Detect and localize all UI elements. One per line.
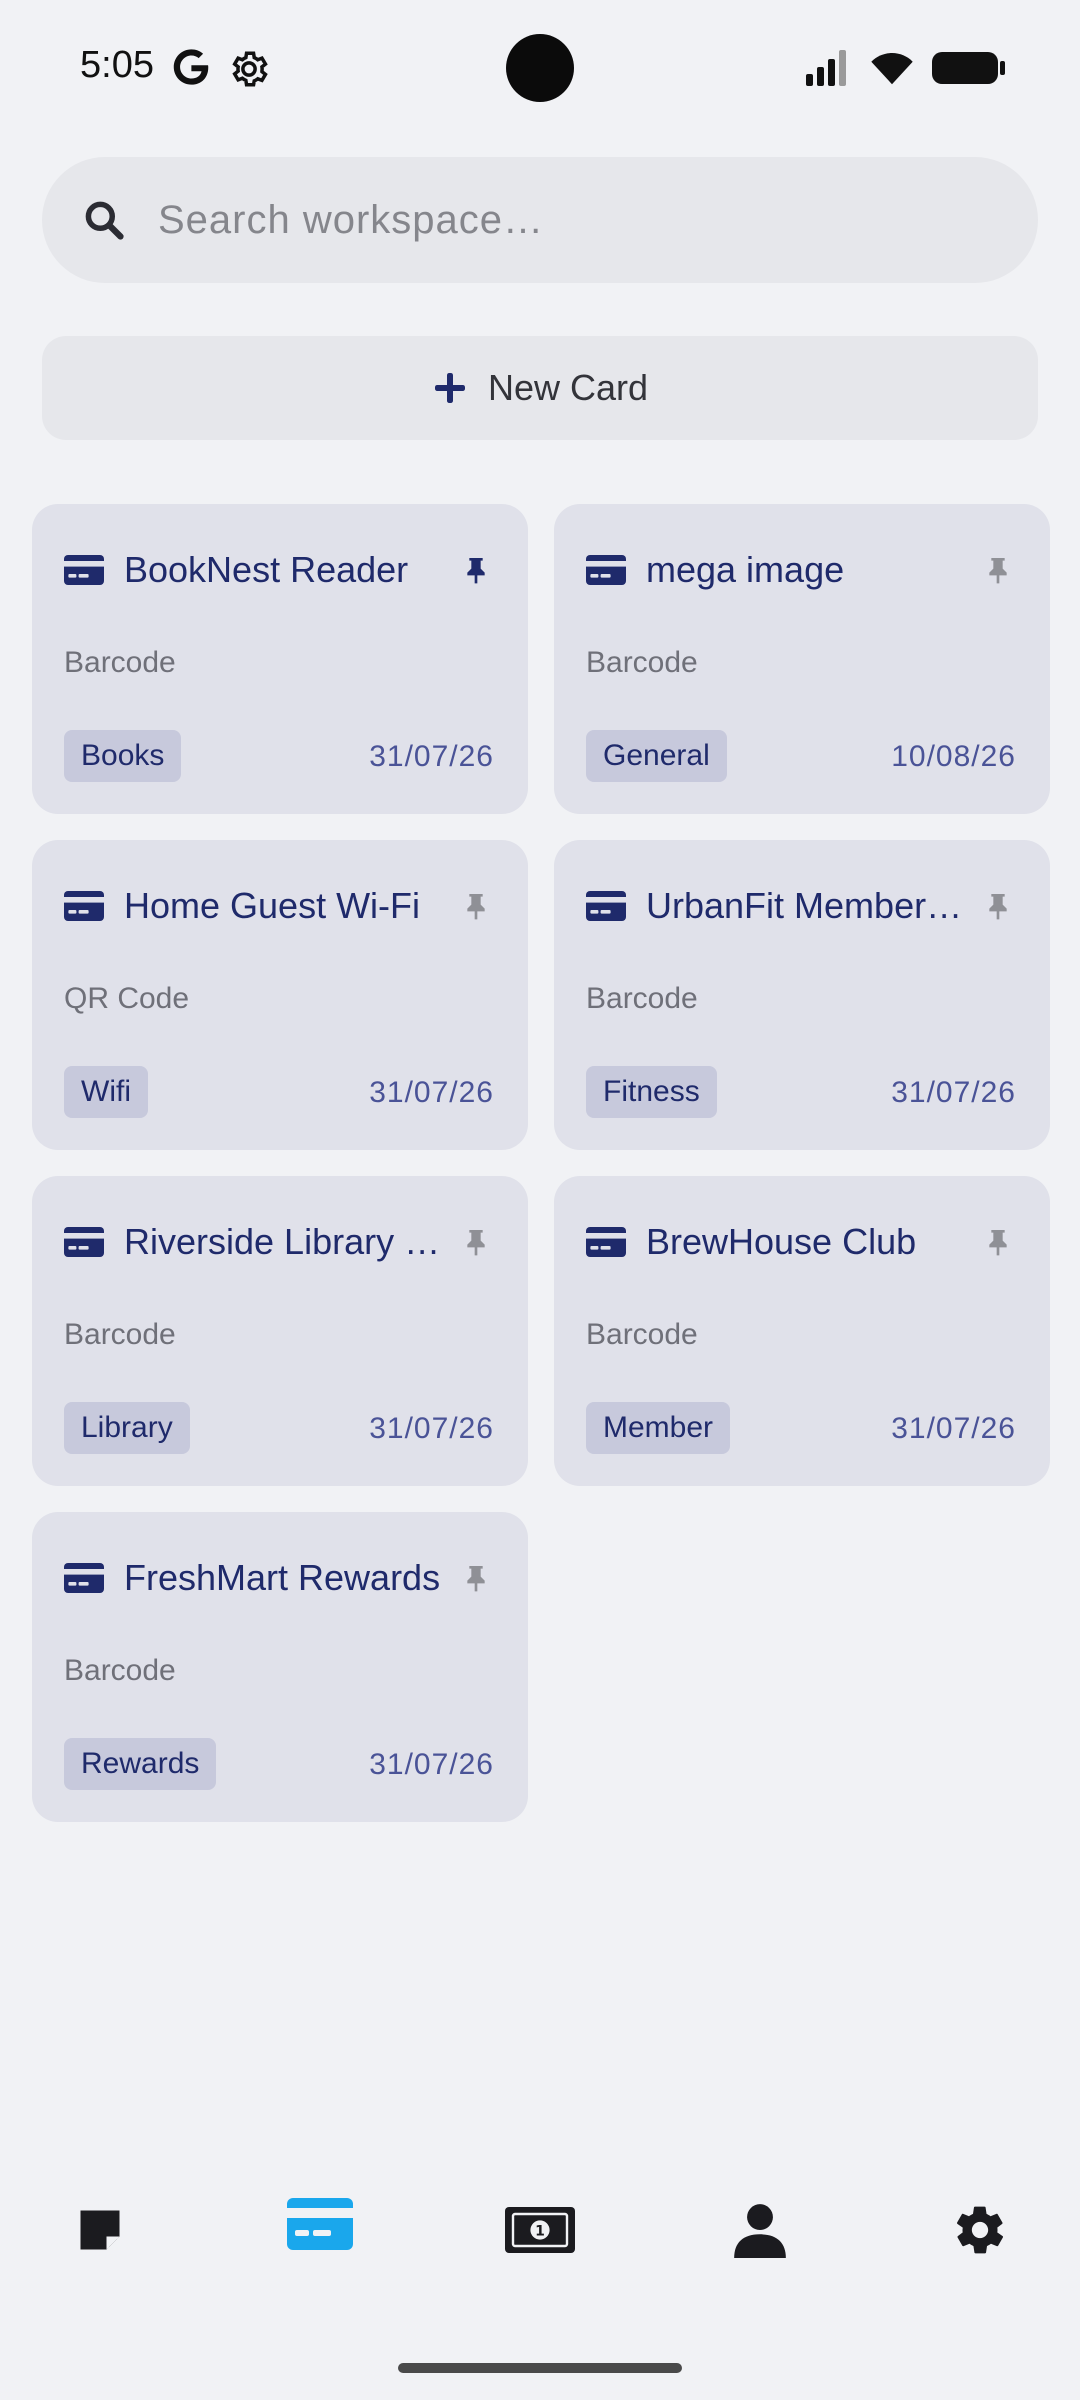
card-date: 10/08/26 [891, 740, 1016, 773]
bottom-navigation: 1 [0, 2170, 1080, 2290]
search-bar[interactable]: Search workspace… [42, 157, 1038, 283]
search-icon [85, 201, 124, 240]
card-date: 31/07/26 [369, 1748, 494, 1781]
card-item[interactable]: Home Guest Wi-Fi QR Code Wifi 31/07/26 [32, 840, 528, 1150]
card-icon [64, 555, 104, 585]
card-type: QR Code [64, 982, 190, 1015]
google-icon [173, 49, 210, 85]
card-item[interactable]: UrbanFit Membership Barcode Fitness 31/07/2… [554, 840, 1050, 1150]
card-title: UrbanFit Membership [646, 885, 964, 926]
settings-icon [957, 2206, 1004, 2254]
pin-icon[interactable] [460, 890, 492, 922]
nav-notes[interactable] [60, 2190, 140, 2270]
card-title: Home Guest Wi-Fi [124, 885, 421, 926]
card-type: Barcode [586, 646, 698, 679]
search-input[interactable]: Search workspace… [158, 198, 544, 243]
card-header: BookNest Reader [64, 542, 502, 598]
card-title: FreshMart Rewards [124, 1557, 441, 1598]
nav-money[interactable]: 1 [500, 2190, 580, 2270]
card-item[interactable]: BookNest Reader Barcode Books 31/07/26 [32, 504, 528, 814]
card-icon [64, 1563, 104, 1593]
card-type: Barcode [586, 1318, 698, 1351]
pin-icon[interactable] [460, 1562, 492, 1594]
home-indicator[interactable] [398, 2363, 682, 2373]
card-date: 31/07/26 [891, 1076, 1016, 1109]
card-icon [586, 891, 626, 921]
card-item[interactable]: Riverside Library Card Barcode Library 31/0… [32, 1176, 528, 1486]
battery-icon [932, 52, 1005, 84]
card-header: BrewHouse Club [586, 1214, 1024, 1270]
status-bar: 5:05 [0, 0, 1080, 136]
card-tag: Rewards [64, 1738, 217, 1790]
nav-cards[interactable] [280, 2184, 360, 2264]
front-camera [506, 34, 574, 102]
card-date: 31/07/26 [369, 740, 494, 773]
card-icon [287, 2198, 353, 2250]
pin-icon[interactable] [460, 1226, 492, 1258]
status-time: 5:05 [80, 44, 154, 86]
card-item[interactable]: mega image Barcode General 10/08/26 [554, 504, 1050, 814]
card-icon [64, 1227, 104, 1257]
card-icon [586, 1227, 626, 1257]
card-title: Riverside Library Card [124, 1221, 442, 1262]
note-icon [80, 2210, 120, 2250]
card-title: mega image [646, 549, 845, 590]
pin-icon[interactable] [982, 554, 1014, 586]
card-icon [586, 555, 626, 585]
card-title: BrewHouse Club [646, 1221, 917, 1262]
card-header: UrbanFit Membership [586, 878, 1024, 934]
card-title: BookNest Reader [124, 549, 409, 590]
pin-icon[interactable] [982, 890, 1014, 922]
nav-settings[interactable] [940, 2190, 1020, 2270]
card-date: 31/07/26 [369, 1076, 494, 1109]
card-item[interactable]: FreshMart Rewards Barcode Rewards 31/07/26 [32, 1512, 528, 1822]
card-tag: General [586, 730, 727, 782]
new-card-label: New Card [487, 367, 649, 408]
new-card-button[interactable]: New Card [42, 336, 1038, 440]
card-type: Barcode [64, 1318, 176, 1351]
money-icon: 1 [505, 2207, 575, 2253]
card-tag: Library [64, 1402, 190, 1454]
card-item[interactable]: BrewHouse Club Barcode Member 31/07/26 [554, 1176, 1050, 1486]
card-type: Barcode [64, 646, 176, 679]
card-header: Riverside Library Card [64, 1214, 502, 1270]
card-date: 31/07/26 [369, 1412, 494, 1445]
nav-profile[interactable] [720, 2190, 800, 2270]
card-tag: Wifi [64, 1066, 148, 1118]
card-header: Home Guest Wi-Fi [64, 878, 502, 934]
card-tag: Fitness [586, 1066, 717, 1118]
card-type: Barcode [64, 1654, 176, 1687]
svg-text:1: 1 [535, 2223, 545, 2239]
signal-icon [806, 50, 846, 86]
plus-icon [434, 373, 465, 403]
card-header: mega image [586, 542, 1024, 598]
pin-icon[interactable] [982, 1226, 1014, 1258]
card-date: 31/07/26 [891, 1412, 1016, 1445]
card-header: FreshMart Rewards [64, 1550, 502, 1606]
card-tag: Books [64, 730, 182, 782]
screen: 5:05 Search workspace… New Card BookNest… [0, 0, 1080, 2400]
card-icon [64, 891, 104, 921]
status-icons [806, 46, 1006, 90]
card-type: Barcode [586, 982, 698, 1015]
wifi-icon [871, 53, 913, 85]
person-icon [734, 2204, 786, 2258]
pin-icon[interactable] [460, 554, 492, 586]
card-tag: Member [586, 1402, 731, 1454]
gear-icon [232, 51, 268, 87]
